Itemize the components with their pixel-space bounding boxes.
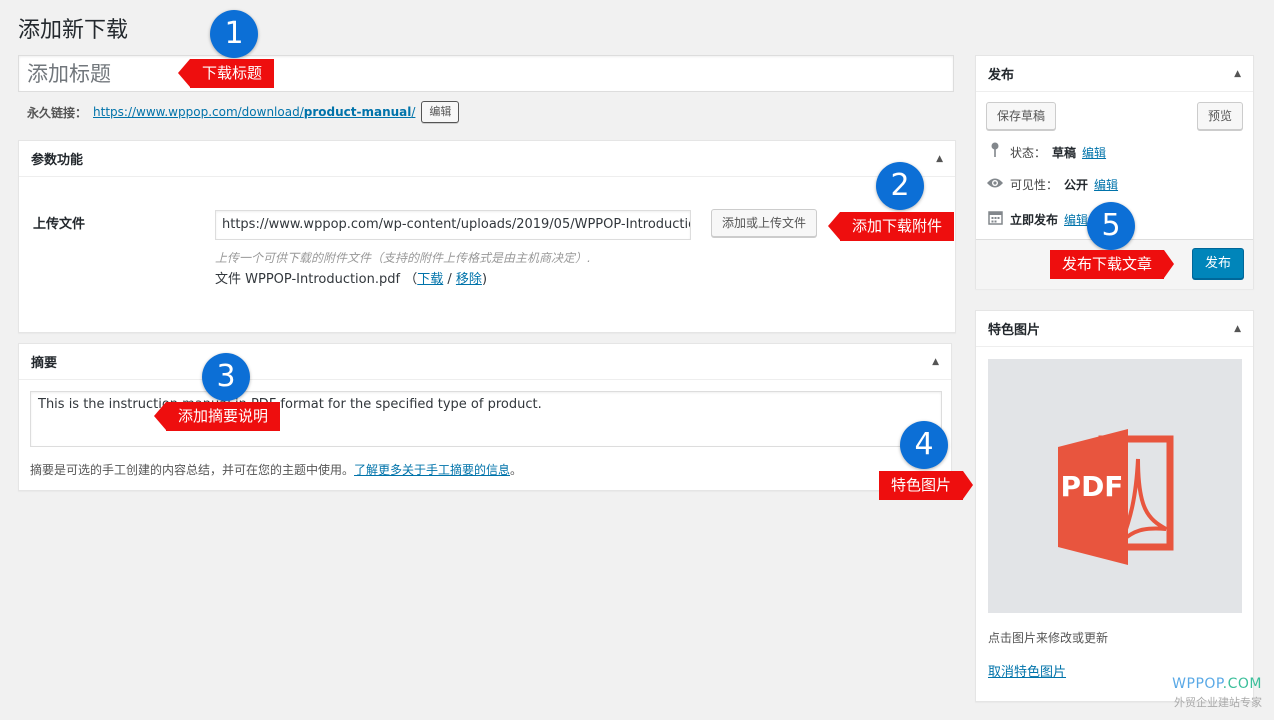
permalink-label: 永久链接： [27, 105, 88, 120]
upload-file-label: 上传文件 [33, 217, 86, 232]
annotation-tag-add-attachment: 添加下载附件 [827, 212, 955, 241]
pin-icon [986, 142, 1004, 162]
status-row: 状态： 草稿 编辑 [986, 142, 1106, 162]
featured-image-metabox: 特色图片 ▲ PDF 点击图片来修改或更新 取消特色图片 [975, 310, 1254, 702]
status-value: 草稿 [1052, 145, 1077, 160]
annotation-tag-publish: 发布下载文章 [1050, 250, 1175, 279]
download-link[interactable]: 下载 [417, 272, 443, 287]
calendar-icon [986, 210, 1004, 229]
params-metabox-title: 参数功能 [31, 153, 84, 168]
preview-button[interactable]: 预览 [1196, 102, 1243, 130]
visibility-row: 可见性： 公开 编辑 [986, 176, 1118, 193]
current-file-line: 文件 WPPOP-Introduction.pdf （下载 / 移除) [215, 272, 488, 287]
publish-metabox-header[interactable]: 发布 ▲ [976, 56, 1253, 92]
publish-actions-row: 保存草稿 预览 [986, 102, 1243, 130]
collapse-arrow-icon[interactable]: ▲ [936, 154, 943, 164]
annotation-badge-3: 3 [202, 353, 250, 401]
params-metabox-header[interactable]: 参数功能 ▲ [19, 141, 955, 177]
collapse-arrow-icon[interactable]: ▲ [1234, 69, 1241, 79]
visibility-value: 公开 [1064, 178, 1089, 192]
collapse-arrow-icon[interactable]: ▲ [932, 357, 939, 367]
watermark: WPPOP.COM 外贸企业建站专家 [1172, 676, 1262, 710]
pdf-icon-label: PDF [1061, 470, 1124, 503]
excerpt-metabox-title: 摘要 [31, 356, 58, 371]
annotation-tag-featured-image: 特色图片 [879, 471, 974, 500]
permalink-row: 永久链接： https://www.wppop.com/download/pro… [27, 101, 460, 123]
featured-image-note: 点击图片来修改或更新 [988, 631, 1109, 645]
pdf-file-icon: PDF [1058, 429, 1174, 565]
eye-icon [986, 177, 1004, 193]
watermark-brand: WPPOP.COM [1172, 676, 1262, 692]
edit-schedule-link[interactable]: 编辑 [1064, 211, 1088, 228]
annotation-tag-add-excerpt: 添加摘要说明 [153, 402, 281, 431]
save-draft-button[interactable]: 保存草稿 [986, 102, 1057, 130]
edit-status-link[interactable]: 编辑 [1082, 144, 1106, 161]
schedule-row: 立即发布 编辑 [986, 210, 1088, 229]
file-url-input[interactable]: https://www.wppop.com/wp-content/uploads… [215, 210, 691, 240]
remove-featured-image-link[interactable]: 取消特色图片 [988, 661, 1066, 680]
publish-metabox-title: 发布 [988, 68, 1015, 83]
permalink-url[interactable]: https://www.wppop.com/download/product-m… [93, 105, 415, 119]
annotation-badge-2: 2 [876, 162, 924, 210]
add-upload-file-button[interactable]: 添加或上传文件 [711, 209, 818, 237]
permalink-edit-button[interactable]: 编辑 [421, 101, 460, 123]
edit-visibility-link[interactable]: 编辑 [1094, 176, 1118, 193]
schedule-label: 立即发布 [1010, 213, 1059, 227]
remove-link[interactable]: 移除 [456, 272, 482, 287]
annotation-badge-4: 4 [900, 421, 948, 469]
publish-button[interactable]: 发布 [1192, 248, 1244, 279]
watermark-tagline: 外贸企业建站专家 [1174, 696, 1262, 709]
upload-hint: 上传一个可供下载的附件文件（支持的附件上传格式是由主机商决定）. [215, 251, 591, 265]
annotation-badge-5: 5 [1087, 202, 1135, 250]
annotation-badge-1: 1 [210, 10, 258, 58]
learn-more-excerpt-link[interactable]: 了解更多关于手工摘要的信息 [354, 463, 510, 477]
featured-image-metabox-header[interactable]: 特色图片 ▲ [976, 311, 1253, 347]
excerpt-metabox-header[interactable]: 摘要 ▲ [19, 344, 951, 380]
featured-image-thumbnail[interactable]: PDF [988, 359, 1242, 613]
annotation-tag-download-title: 下载标题 [177, 59, 275, 88]
title-input[interactable]: 添加标题 [18, 55, 954, 92]
excerpt-description: 摘要是可选的手工创建的内容总结，并可在您的主题中使用。了解更多关于手工摘要的信息… [30, 463, 523, 477]
params-metabox: 参数功能 ▲ 上传文件 https://www.wppop.com/wp-con… [18, 140, 956, 333]
featured-image-title: 特色图片 [988, 323, 1041, 338]
collapse-arrow-icon[interactable]: ▲ [1234, 324, 1241, 334]
page-title: 添加新下载 [18, 18, 129, 43]
